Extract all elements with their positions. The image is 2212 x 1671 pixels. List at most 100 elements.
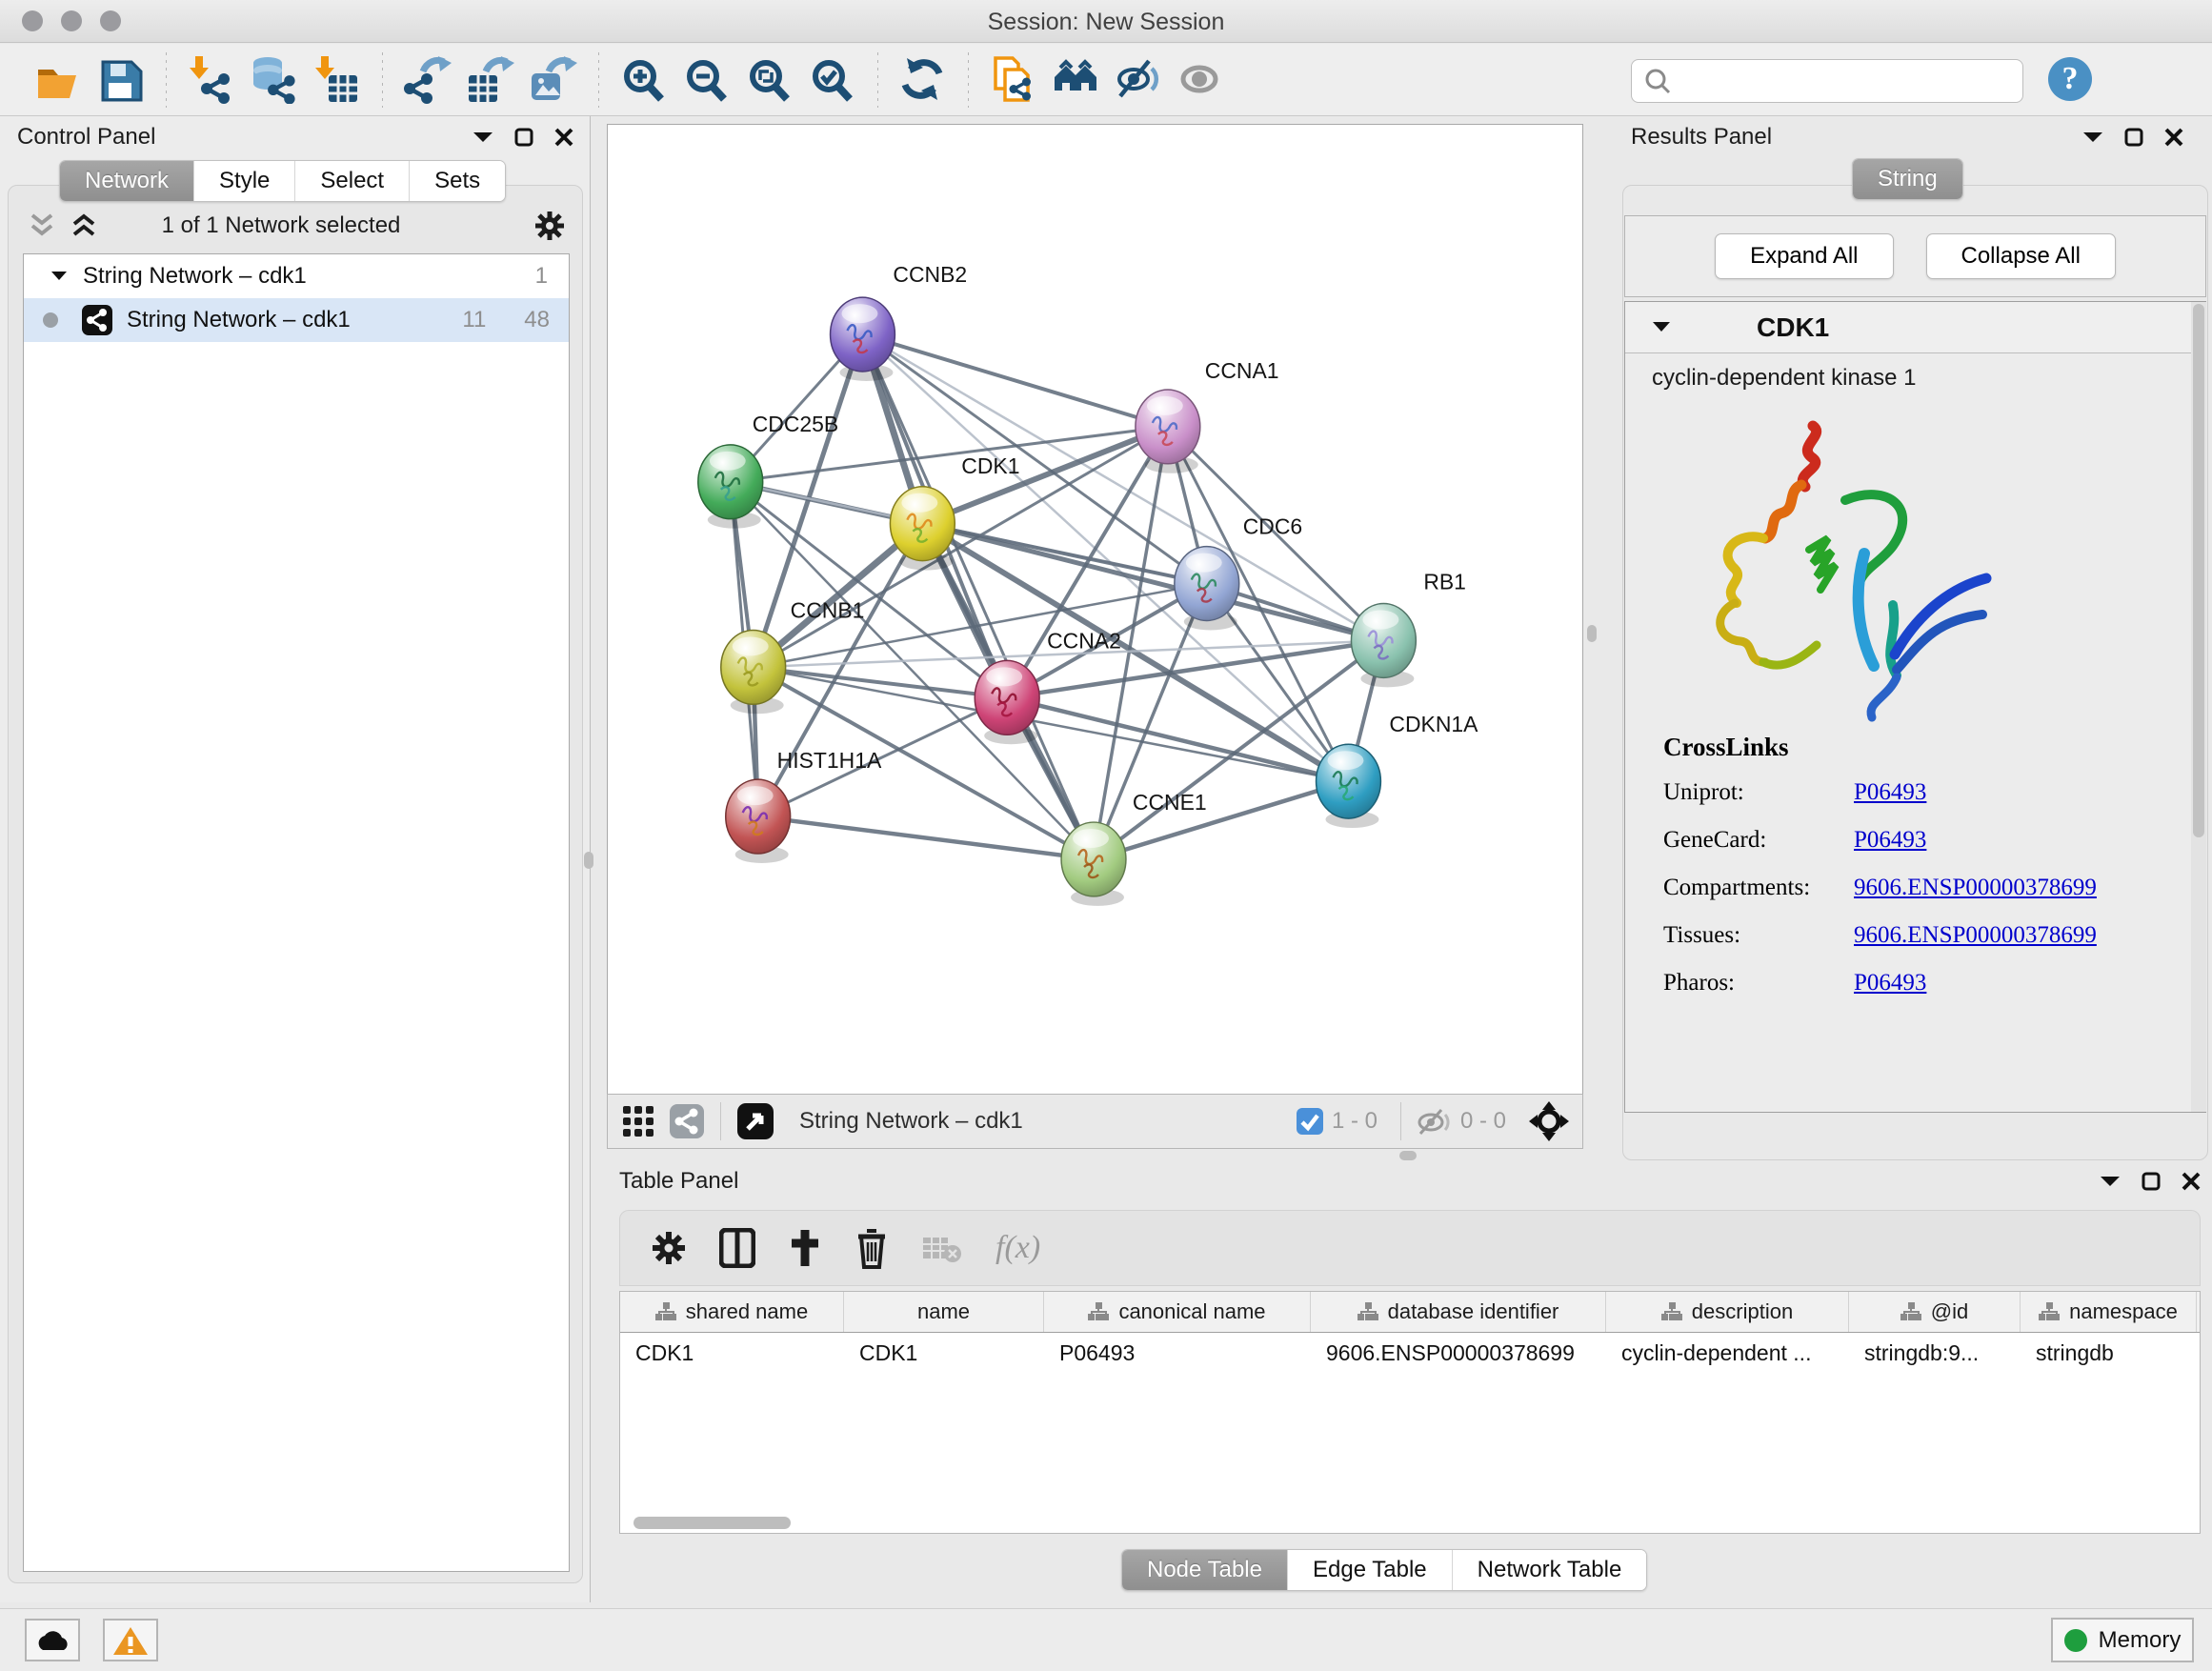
network-tree: String Network – cdk1 1 String Network –… <box>23 253 570 1572</box>
left-splitter-handle[interactable] <box>584 852 593 869</box>
expand-all-button[interactable]: Expand All <box>1715 233 1893 279</box>
network-node-CDKN1A[interactable]: CDKN1A <box>1317 712 1479 828</box>
crosslink-link[interactable]: 9606.ENSP00000378699 <box>1854 922 2097 949</box>
crosslink-link[interactable]: P06493 <box>1854 779 2097 806</box>
import-table-button[interactable] <box>306 50 369 110</box>
network-edge[interactable] <box>754 667 1007 697</box>
help-button[interactable]: ? <box>2048 57 2092 101</box>
zoom-in-button[interactable] <box>613 50 675 110</box>
zoom-fit-button[interactable] <box>738 50 801 110</box>
hide-selected-button[interactable] <box>1108 50 1171 110</box>
horizontal-splitter-handle[interactable] <box>1399 1151 1417 1160</box>
control-panel: Control Panel NetworkStyleSelectSets 1 o… <box>0 116 591 1602</box>
column-header-@id[interactable]: @id <box>1849 1292 2021 1332</box>
table-cell[interactable]: cyclin-dependent ... <box>1606 1333 1849 1373</box>
warnings-button[interactable] <box>103 1619 158 1661</box>
table-cell[interactable]: stringdb <box>2021 1333 2197 1373</box>
first-neighbors-button[interactable] <box>1045 50 1108 110</box>
import-database-button[interactable] <box>243 50 306 110</box>
panel-menu-icon[interactable] <box>2100 1175 2121 1188</box>
search-input[interactable] <box>1631 59 2023 103</box>
tab-network-table[interactable]: Network Table <box>1452 1550 1647 1590</box>
panel-menu-icon[interactable] <box>2082 131 2103 144</box>
tab-network[interactable]: Network <box>60 161 193 201</box>
tree-expander-icon[interactable] <box>50 270 68 283</box>
column-header-shared-name[interactable]: shared name <box>620 1292 844 1332</box>
import-network-button[interactable] <box>180 50 243 110</box>
network-node-CCNB2[interactable]: CCNB2 <box>831 262 968 381</box>
network-node-HIST1H1A[interactable]: HIST1H1A <box>726 748 882 863</box>
table-horizontal-scrollbar[interactable] <box>633 1517 791 1529</box>
add-column-icon[interactable] <box>788 1228 822 1268</box>
node-table[interactable]: shared namenamecanonical namedatabase id… <box>619 1291 2201 1534</box>
panel-float-icon[interactable] <box>2124 128 2143 147</box>
network-share-icon[interactable] <box>669 1103 705 1139</box>
export-table-button[interactable] <box>459 50 522 110</box>
show-all-button[interactable] <box>1171 50 1234 110</box>
tab-node-table[interactable]: Node Table <box>1122 1550 1287 1590</box>
network-row[interactable]: String Network – cdk1 11 48 <box>24 298 569 342</box>
fit-selected-crosshair-icon[interactable] <box>1529 1101 1569 1141</box>
results-scrollbar[interactable] <box>2191 302 2206 1112</box>
table-cell[interactable]: CDK1 <box>844 1333 1044 1373</box>
network-collection-row[interactable]: String Network – cdk1 1 <box>24 254 569 298</box>
crosslink-link[interactable]: P06493 <box>1854 970 2097 997</box>
memory-button[interactable]: Memory <box>2051 1618 2194 1662</box>
network-collection-label: String Network – cdk1 <box>83 263 535 290</box>
panel-close-icon[interactable] <box>554 128 573 147</box>
table-cell[interactable]: 9606.ENSP00000378699 <box>1311 1333 1606 1373</box>
network-options-gear-icon[interactable] <box>533 210 566 242</box>
crosslink-link[interactable]: 9606.ENSP00000378699 <box>1854 875 2097 901</box>
selected-checkbox-icon[interactable] <box>1296 1107 1324 1136</box>
network-edge[interactable] <box>862 334 1167 427</box>
panel-menu-icon[interactable] <box>473 131 493 144</box>
tab-select[interactable]: Select <box>294 161 409 201</box>
table-row[interactable]: CDK1CDK1P064939606.ENSP00000378699cyclin… <box>620 1333 2200 1373</box>
delete-column-icon[interactable] <box>855 1227 889 1269</box>
tab-sets[interactable]: Sets <box>409 161 505 201</box>
refresh-view-button[interactable] <box>892 50 955 110</box>
cloud-status-button[interactable] <box>25 1619 80 1661</box>
crosslinks-section: CrossLinks Uniprot:P06493GeneCard:P06493… <box>1663 733 2097 1017</box>
column-header-name[interactable]: name <box>844 1292 1044 1332</box>
collapse-all-button[interactable]: Collapse All <box>1926 233 2116 279</box>
column-header-database-identifier[interactable]: database identifier <box>1311 1292 1606 1332</box>
panel-close-icon[interactable] <box>2182 1172 2201 1191</box>
clone-network-icon <box>990 56 1037 104</box>
network-edge[interactable] <box>862 334 1094 859</box>
crosslink-link[interactable]: P06493 <box>1854 827 2097 854</box>
zoom-selected-button[interactable] <box>801 50 864 110</box>
tab-edge-table[interactable]: Edge Table <box>1287 1550 1452 1590</box>
export-network-button[interactable] <box>396 50 459 110</box>
network-view-toolbar: String Network – cdk1 1 - 0 0 - 0 <box>607 1094 1583 1149</box>
hide-selected-icon <box>1116 56 1163 104</box>
column-header-canonical-name[interactable]: canonical name <box>1044 1292 1311 1332</box>
clone-network-button[interactable] <box>982 50 1045 110</box>
table-options-gear-icon[interactable] <box>651 1230 687 1266</box>
show-columns-icon[interactable] <box>719 1228 755 1268</box>
column-header-description[interactable]: description <box>1606 1292 1849 1332</box>
gene-expander-icon[interactable] <box>1652 320 1671 334</box>
table-cell[interactable]: stringdb:9... <box>1849 1333 2021 1373</box>
birds-eye-view-icon[interactable] <box>736 1102 774 1140</box>
network-node-CCNA1[interactable]: CCNA1 <box>1136 358 1279 473</box>
network-edge[interactable] <box>758 816 1094 859</box>
tab-string[interactable]: String <box>1853 159 1962 199</box>
panel-float-icon[interactable] <box>514 128 533 147</box>
gene-section-header[interactable]: CDK1 <box>1625 302 2191 353</box>
open-file-button[interactable] <box>27 50 90 110</box>
table-cell[interactable]: CDK1 <box>620 1333 844 1373</box>
network-node-CCNA2[interactable]: CCNA2 <box>975 628 1121 744</box>
export-image-button[interactable] <box>522 50 585 110</box>
column-header-namespace[interactable]: namespace <box>2021 1292 2197 1332</box>
table-cell[interactable]: P06493 <box>1044 1333 1311 1373</box>
panel-float-icon[interactable] <box>2142 1172 2161 1191</box>
network-canvas[interactable]: CCNB2CCNA1CDC25BCDK1CDC6RB1CCNB1CCNA2CDK… <box>607 124 1583 1094</box>
panel-close-icon[interactable] <box>2164 128 2183 147</box>
zoom-out-button[interactable] <box>675 50 738 110</box>
grid-view-icon[interactable] <box>621 1104 655 1138</box>
save-session-button[interactable] <box>90 50 152 110</box>
tab-style[interactable]: Style <box>193 161 294 201</box>
network-node-RB1[interactable]: RB1 <box>1351 570 1465 688</box>
network-edge[interactable] <box>862 334 1383 640</box>
